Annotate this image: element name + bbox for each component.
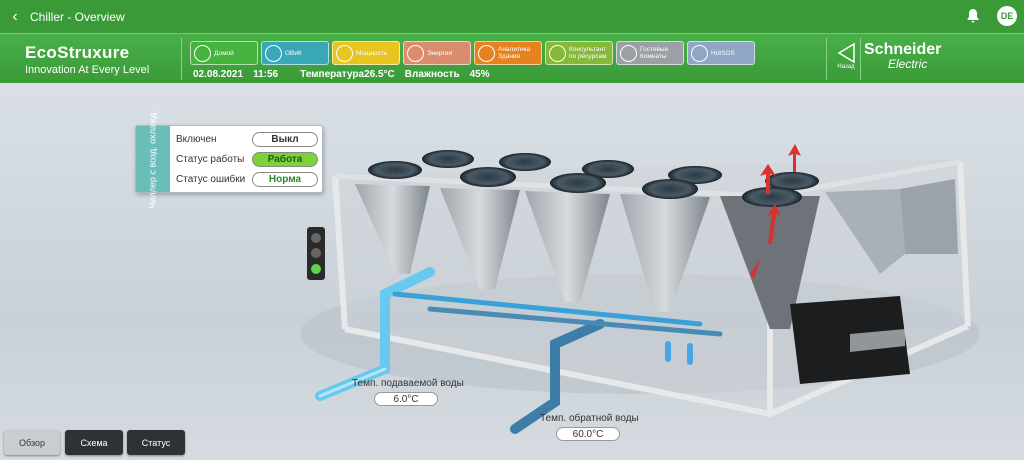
header-divider (181, 38, 182, 80)
supply-temp-value: 6.0°C (374, 392, 438, 406)
back-label: Назад (837, 64, 855, 70)
company-name-line2: Electric (888, 57, 928, 71)
nav-tile[interactable]: ОВиК (261, 41, 329, 65)
back-arrow-icon[interactable]: ‹ (0, 8, 30, 26)
schneider-logo: Schneider Electric (864, 42, 941, 71)
status-value-pill: Норма (252, 172, 318, 187)
traffic-light-green (311, 264, 321, 274)
snowflake-icon (265, 44, 282, 62)
return-temp-value: 60.0°C (556, 427, 620, 441)
nav-tile[interactable]: Мощность (332, 41, 400, 65)
nav-tile-label: Мощность (356, 49, 388, 57)
bottom-nav-button[interactable]: Статус (127, 430, 185, 455)
company-name: Schneider (864, 41, 942, 58)
nav-tile-label: Домой (214, 49, 234, 57)
status-row: Статус работы Работа (176, 152, 318, 167)
power-icon (336, 44, 353, 62)
ecostruxure-logo: EcoStruxure Innovation At Every Level (25, 43, 149, 76)
window-title: Chiller - Overview (30, 9, 125, 24)
status-line: 02.08.2021 11:56 Температура 26.5°C Влаж… (193, 69, 490, 80)
time-text: 11:56 (253, 69, 279, 80)
return-temp-label: Темп. обратной воды (540, 413, 639, 424)
nav-tile-label: Консультант по ресурсам (569, 46, 607, 60)
app-bar: ‹ Chiller - Overview DE (0, 0, 1024, 33)
bottom-nav-button[interactable]: Схема (65, 430, 123, 455)
temperature-value: 26.5°C (364, 69, 395, 80)
checklist-icon (691, 44, 708, 62)
nav-tile-label: HotSOS (711, 49, 735, 57)
status-label: Статус работы (176, 154, 245, 165)
chiller-status-panel: Чиллер с возд. охлажд. Включен Выкл Статус… (135, 110, 323, 208)
nav-tile-label: Аналитика Здания (498, 46, 531, 60)
user-avatar[interactable]: DE (997, 6, 1017, 26)
nav-tile-label: Гостевые Комнаты (640, 46, 669, 60)
header: EcoStruxure Innovation At Every Level До… (0, 33, 1024, 83)
bottom-nav-button[interactable]: Обзор (4, 430, 60, 455)
humidity-value: 45% (469, 69, 490, 80)
status-label: Включен (176, 134, 217, 145)
temperature-label: Температура (300, 69, 365, 80)
header-divider (826, 38, 827, 80)
bed-icon (620, 44, 637, 62)
traffic-light-yellow (311, 248, 321, 258)
status-value-pill: Выкл (252, 132, 318, 147)
status-row: Включен Выкл (176, 132, 318, 147)
bell-icon[interactable] (965, 8, 981, 24)
nav-tiles: Домой ОВиК Мощность Энергия Аналитика Здания… (190, 41, 755, 65)
supply-temp-label: Темп. подаваемой воды (352, 378, 464, 389)
date-text: 02.08.2021 (193, 69, 244, 80)
nav-tile[interactable]: Аналитика Здания (474, 41, 542, 65)
traffic-light (307, 227, 325, 280)
status-label: Статус ошибки (176, 174, 246, 185)
analytics-icon (478, 44, 495, 62)
status-row: Статус ошибки Норма (176, 172, 318, 187)
nav-tile[interactable]: HotSOS (687, 41, 755, 65)
nav-tile[interactable]: Консультант по ресурсам (545, 41, 613, 65)
status-value-pill: Работа (252, 152, 318, 167)
nav-tile[interactable]: Домой (190, 41, 258, 65)
brand-tagline: Innovation At Every Level (25, 64, 150, 76)
humidity-label: Влажность (404, 69, 460, 80)
energy-icon (407, 44, 424, 62)
leaf-icon (549, 44, 566, 62)
brand-name: EcoStruxure (25, 43, 130, 62)
back-button[interactable]: Назад (834, 42, 858, 70)
home-icon (194, 44, 211, 62)
panel-title: Чиллер с возд. охлажд. (147, 109, 158, 209)
nav-tile[interactable]: Гостевые Комнаты (616, 41, 684, 65)
back-triangle-icon (837, 42, 855, 64)
traffic-light-red (311, 233, 321, 243)
nav-tile-label: ОВиК (285, 49, 302, 57)
nav-tile[interactable]: Энергия (403, 41, 471, 65)
nav-tile-label: Энергия (427, 49, 453, 57)
header-divider (860, 38, 861, 80)
panel-side-title: Чиллер с возд. охлажд. (136, 110, 170, 208)
